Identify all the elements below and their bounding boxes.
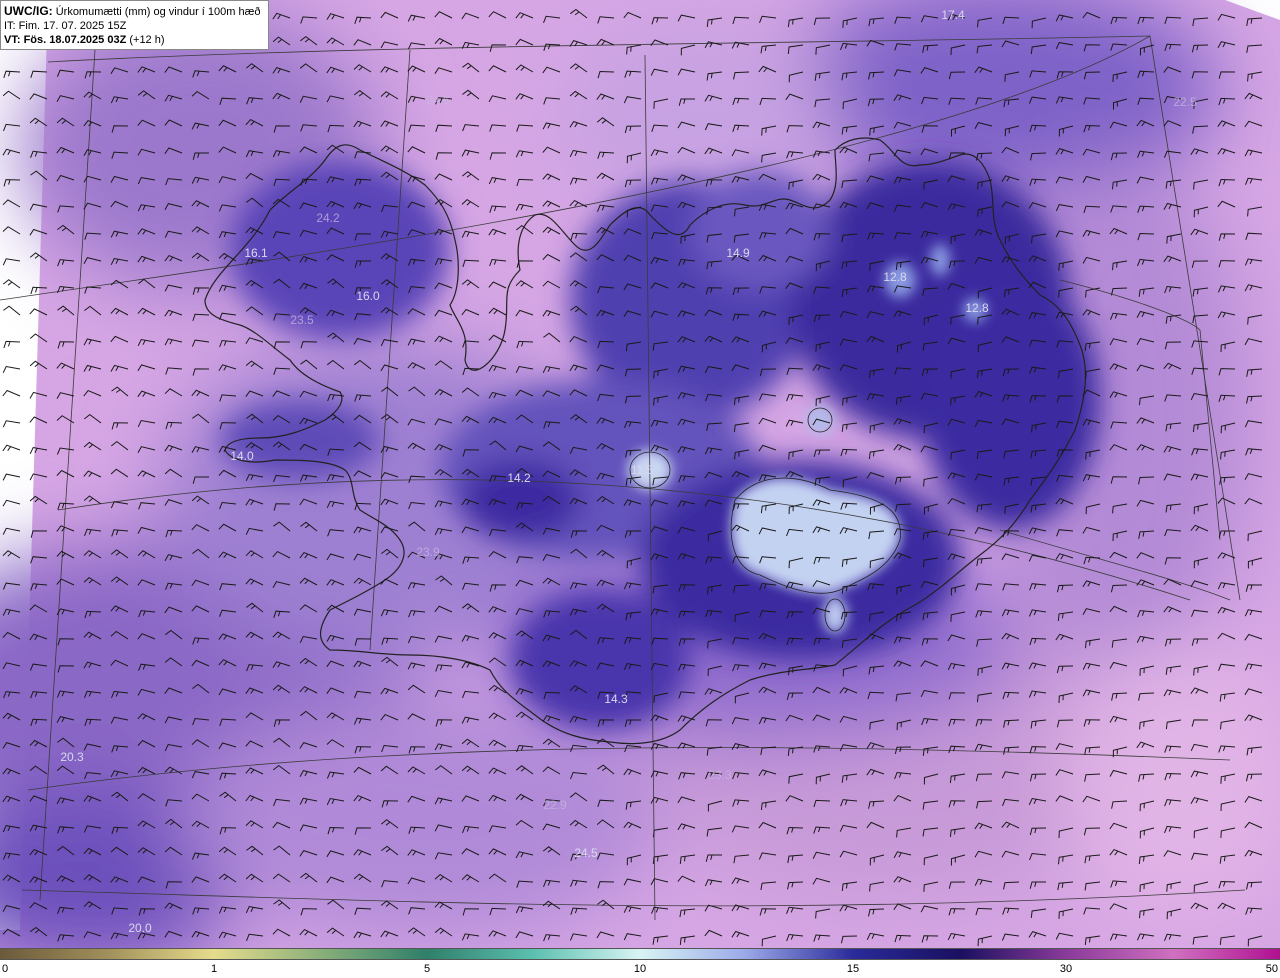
wind-barb [2, 258, 21, 266]
value-label: 20.0 [128, 921, 152, 935]
colorbar-tick: 5 [423, 963, 431, 975]
colorbar-gradient [0, 948, 1280, 960]
colorbar-tick: 15 [846, 963, 860, 975]
value-label: 23.9 [416, 545, 440, 559]
value-label: 12.8 [965, 301, 989, 315]
wind-barb [3, 340, 21, 349]
wind-barb [2, 226, 21, 235]
product-line: UWC/IG: Úrkomumætti (mm) og vindur í 100… [4, 4, 268, 19]
wind-barb [3, 305, 21, 316]
wind-barb [3, 70, 21, 79]
value-label: 16.0 [356, 289, 380, 303]
lead-time: (+12 h) [126, 34, 165, 46]
value-label: 11.5 [630, 463, 654, 477]
wind-barb [2, 473, 21, 481]
map-info-box: UWC/IG: Úrkomumætti (mm) og vindur í 100… [0, 0, 269, 50]
wind-barb [2, 420, 21, 428]
value-label: 24.5 [574, 846, 598, 860]
value-label: 14.0 [230, 449, 254, 463]
value-label: 20.3 [60, 750, 84, 764]
colorbar-tick: 0 [2, 963, 9, 975]
value-label: 23.3 [708, 768, 732, 782]
wind-barb [3, 179, 21, 187]
wind-barb [2, 199, 21, 208]
value-label: 12.8 [883, 270, 907, 284]
wind-barb [2, 279, 21, 289]
value-label: 24.6 [426, 93, 450, 107]
colorbar-tick: 1 [210, 963, 218, 975]
value-label: 22.5 [1173, 95, 1197, 109]
colorbar-tick: 50 [1265, 963, 1278, 975]
value-label: 22.9 [543, 798, 567, 812]
wind-barb [3, 123, 21, 132]
value-label: 14.3 [604, 692, 628, 706]
colorbar: 0 1 5 10 15 30 50 [0, 948, 1280, 978]
value-label: 16.1 [244, 246, 268, 260]
colorbar-tick: 10 [633, 963, 647, 975]
issue-time: IT: Fim. 17. 07. 2025 15Z [4, 20, 127, 32]
wind-barb [2, 527, 21, 535]
wind-barb [2, 389, 21, 397]
wind-barb [2, 365, 21, 374]
valid-time: Fös. 18.07.2025 03Z [23, 34, 127, 46]
value-label: 23.5 [290, 313, 314, 327]
value-label: 14.2 [507, 471, 531, 485]
valid-prefix: VT: [4, 34, 24, 46]
wind-barb [2, 148, 21, 156]
wind-barb [2, 499, 21, 507]
colorbar-tick: 30 [1059, 963, 1073, 975]
value-label: 24.2 [316, 211, 340, 225]
product-code: UWC/IG: [4, 4, 53, 18]
wind-barb [2, 444, 21, 452]
product-description: Úrkomumætti (mm) og vindur í 100m hæð [52, 6, 261, 18]
wind-barb [2, 550, 21, 559]
valid-time-line: VT: Fös. 18.07.2025 03Z (+12 h) [4, 33, 268, 47]
wind-barb [30, 70, 48, 78]
value-label: 17.4 [941, 8, 965, 22]
value-label: 14.9 [726, 246, 750, 260]
wind-barb [2, 90, 21, 100]
